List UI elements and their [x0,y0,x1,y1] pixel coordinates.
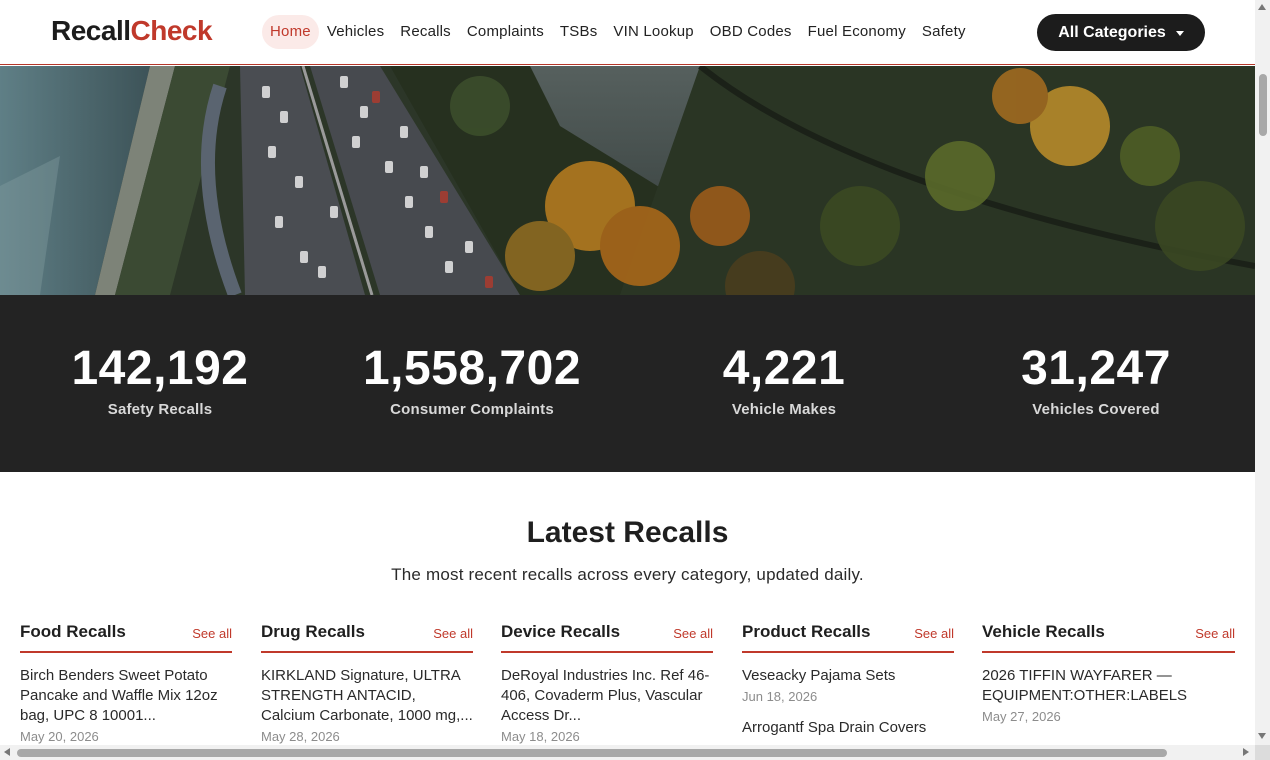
site-logo[interactable]: RecallCheck [51,15,213,47]
vehicle-recalls-column: Vehicle Recalls See all 2026 TIFFIN WAYF… [982,622,1235,724]
column-header: Food Recalls See all [20,622,232,653]
vertical-scrollbar[interactable] [1255,0,1270,760]
recall-item[interactable]: Birch Benders Sweet Potato Pancake and W… [20,666,232,744]
scrollbar-corner [1255,745,1270,760]
nav-recalls[interactable]: Recalls [392,15,459,49]
latest-recalls-subtitle: The most recent recalls across every cat… [391,565,864,584]
stat-vehicles-covered: 31,247 Vehicles Covered [1021,342,1171,419]
stats-band: 142,192 Safety Recalls 1,558,702 Consume… [0,295,1255,472]
drug-recalls-column: Drug Recalls See all KIRKLAND Signature,… [261,622,473,744]
nav-fuel-economy[interactable]: Fuel Economy [800,15,914,49]
nav-obd-codes[interactable]: OBD Codes [702,15,800,49]
recall-item[interactable]: DeRoyal Industries Inc. Ref 46-406, Cova… [501,666,713,744]
site-header: RecallCheck Home Vehicles Recalls Compla… [0,0,1255,65]
recall-item[interactable]: Veseacky Pajama Sets Jun 18, 2026 [742,666,954,704]
scroll-down-icon[interactable] [1258,733,1266,739]
device-recalls-column: Device Recalls See all DeRoyal Industrie… [501,622,713,744]
scroll-up-icon[interactable] [1258,4,1266,10]
main-nav: Home Vehicles Recalls Complaints TSBs VI… [262,15,974,49]
stat-safety-recalls: 142,192 Safety Recalls [71,342,249,419]
all-categories-button[interactable]: All Categories [1037,14,1205,51]
column-header: Device Recalls See all [501,622,713,653]
recall-item[interactable]: Arrogantf Spa Drain Covers [742,718,954,738]
latest-recalls-title: Latest Recalls [526,516,729,549]
scroll-right-icon[interactable] [1243,748,1249,756]
column-header: Vehicle Recalls See all [982,622,1235,653]
scroll-left-icon[interactable] [4,748,10,756]
see-all-link[interactable]: See all [192,626,232,641]
see-all-link[interactable]: See all [673,626,713,641]
hero-image [0,66,1255,295]
caret-down-icon [1175,30,1184,36]
see-all-link[interactable]: See all [433,626,473,641]
vertical-scroll-thumb[interactable] [1259,74,1267,136]
see-all-link[interactable]: See all [914,626,954,641]
column-header: Product Recalls See all [742,622,954,653]
recall-item[interactable]: 2026 TIFFIN WAYFARER — EQUIPMENT:OTHER:L… [982,666,1194,724]
nav-vehicles[interactable]: Vehicles [319,15,392,49]
food-recalls-column: Food Recalls See all Birch Benders Sweet… [20,622,232,744]
nav-home[interactable]: Home [262,15,319,49]
hero-illustration [0,66,1255,295]
stat-consumer-complaints: 1,558,702 Consumer Complaints [362,342,582,419]
nav-complaints[interactable]: Complaints [459,15,552,49]
recall-item[interactable]: KIRKLAND Signature, ULTRA STRENGTH ANTAC… [261,666,473,744]
nav-vin-lookup[interactable]: VIN Lookup [605,15,701,49]
stat-vehicle-makes: 4,221 Vehicle Makes [722,342,846,419]
see-all-link[interactable]: See all [1195,626,1235,641]
product-recalls-column: Product Recalls See all Veseacky Pajama … [742,622,954,738]
horizontal-scroll-thumb[interactable] [17,749,1167,757]
horizontal-scrollbar[interactable] [0,745,1255,760]
nav-tsbs[interactable]: TSBs [552,15,605,49]
column-header: Drug Recalls See all [261,622,473,653]
nav-safety[interactable]: Safety [914,15,974,49]
